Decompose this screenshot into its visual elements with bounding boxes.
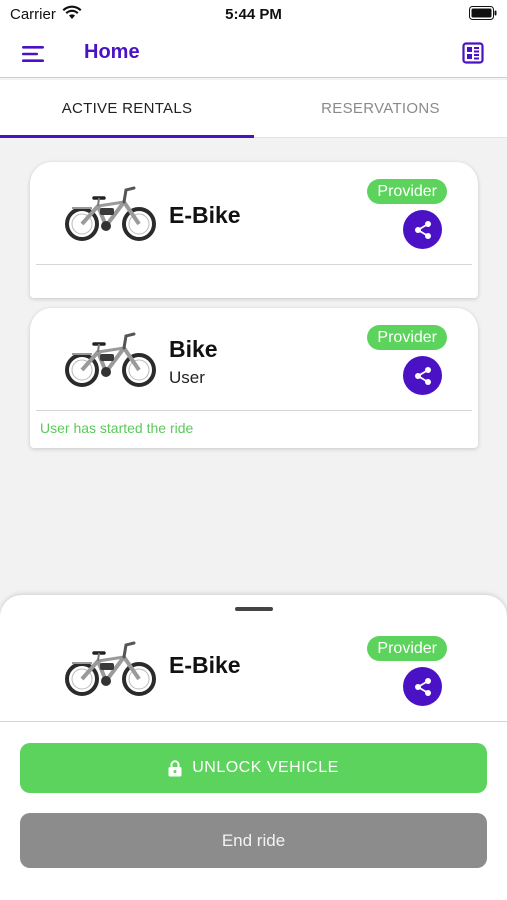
- hamburger-menu-icon[interactable]: [21, 42, 45, 66]
- share-icon: [414, 220, 431, 239]
- vehicle-user-role: User: [169, 368, 205, 387]
- rental-card[interactable]: Bike User Provider User has started the …: [30, 308, 478, 448]
- share-icon: [414, 366, 431, 385]
- tab-indicator: [0, 135, 254, 138]
- rental-card[interactable]: E-Bike Provider: [30, 162, 478, 298]
- tab-active-rentals[interactable]: ACTIVE RENTALS: [0, 80, 254, 138]
- qr-scan-icon[interactable]: [462, 42, 484, 64]
- card-divider: [36, 264, 472, 265]
- ride-status-text: User has started the ride: [40, 420, 194, 436]
- provider-badge: Provider: [367, 636, 447, 661]
- battery-icon: [469, 6, 497, 20]
- share-button[interactable]: [403, 356, 442, 395]
- vehicle-name: E-Bike: [169, 202, 241, 228]
- page-title: Home: [84, 41, 140, 63]
- end-ride-label: End ride: [221, 830, 286, 850]
- tab-bar: ACTIVE RENTALS RESERVATIONS: [0, 80, 507, 138]
- app-bar: Home: [0, 30, 507, 78]
- unlock-vehicle-button[interactable]: UNLOCK VEHICLE: [20, 743, 487, 793]
- bike-image: [65, 332, 156, 387]
- provider-badge: Provider: [367, 325, 447, 350]
- card-divider: [36, 410, 472, 411]
- end-ride-button[interactable]: End ride: [20, 813, 487, 868]
- drag-handle[interactable]: [235, 607, 273, 611]
- share-button[interactable]: [403, 667, 442, 706]
- selected-vehicle-name: E-Bike: [169, 652, 241, 678]
- clock: 5:44 PM: [225, 6, 282, 23]
- status-bar: Carrier 5:44 PM: [0, 0, 507, 30]
- provider-badge: Provider: [367, 179, 447, 204]
- bottom-sheet: E-Bike Provider UNLOCK VEHICLE End ride: [0, 595, 507, 900]
- share-icon: [414, 677, 431, 696]
- bike-image: [65, 641, 156, 696]
- vehicle-name: Bike: [169, 336, 218, 362]
- bike-image: [65, 186, 156, 241]
- tab-reservations[interactable]: RESERVATIONS: [254, 80, 507, 138]
- unlock-vehicle-label: UNLOCK VEHICLE: [192, 759, 339, 776]
- share-button[interactable]: [403, 210, 442, 249]
- lock-icon: [168, 759, 182, 776]
- sheet-divider: [0, 721, 507, 722]
